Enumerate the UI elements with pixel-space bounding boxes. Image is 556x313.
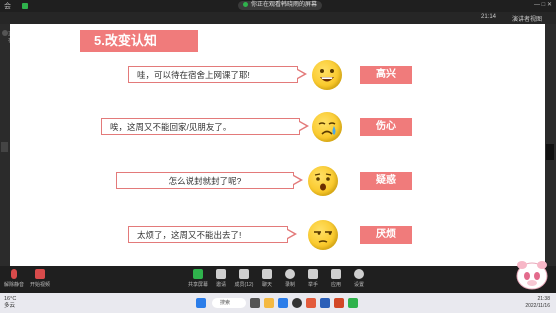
- record-label: 录制: [284, 282, 295, 288]
- expand-panel-button[interactable]: [546, 144, 554, 160]
- raise-hand-button[interactable]: 举手: [301, 269, 325, 288]
- task-view-icon[interactable]: [250, 298, 260, 308]
- emotion-label: 高兴: [360, 66, 412, 84]
- participants-icon: [239, 269, 249, 279]
- surprised-face-icon: [308, 166, 338, 196]
- chat-icon: [262, 269, 272, 279]
- emotion-row: 太烦了，这周又不能出去了! 厌烦: [10, 220, 545, 250]
- media-app-icon[interactable]: [292, 298, 302, 308]
- grinning-face-icon: [312, 60, 342, 90]
- raise-hand-label: 举手: [307, 282, 318, 288]
- invite-button[interactable]: 邀请: [209, 269, 233, 288]
- share-status-pill[interactable]: 你正在观看韩晓雨的屏幕: [238, 1, 323, 10]
- bubble-pointer-fill: [293, 176, 300, 184]
- right-rail: [545, 24, 556, 266]
- emotion-row: 怎么说封就封了呢? 疑惑: [10, 166, 545, 196]
- camera-icon: [35, 269, 45, 279]
- share-screen-icon: [193, 269, 203, 279]
- participants-label: 成员(12): [234, 282, 254, 288]
- settings-icon: [354, 269, 364, 279]
- speech-bubble: 哇，可以待在宿舍上网课了耶!: [128, 66, 298, 83]
- chat-label: 聊天: [261, 282, 272, 288]
- settings-button[interactable]: 设置: [347, 269, 371, 288]
- taskbar-search[interactable]: 搜索: [212, 298, 246, 308]
- chat-button[interactable]: 聊天: [255, 269, 279, 288]
- crying-face-icon: [312, 112, 342, 142]
- browser-icon[interactable]: [278, 298, 288, 308]
- window-controls[interactable]: — □ ✕: [534, 1, 552, 8]
- start-video-button[interactable]: 开始视频: [28, 269, 52, 288]
- windows-taskbar: 16°C 多云 搜索 21:38 2022/11/16: [0, 293, 556, 313]
- office-app-icon[interactable]: [306, 298, 316, 308]
- apps-icon: [331, 269, 341, 279]
- participants-button[interactable]: 成员(12): [232, 269, 256, 288]
- mute-button[interactable]: 解除静音: [2, 269, 26, 288]
- clock-date: 2022/11/16: [525, 303, 550, 309]
- word-app-icon[interactable]: [320, 298, 330, 308]
- powerpoint-app-icon[interactable]: [334, 298, 344, 308]
- emotion-label: 伤心: [360, 118, 412, 136]
- weather-desc: 多云: [4, 303, 16, 309]
- video-label: 开始视频: [29, 282, 50, 288]
- share-status-text: 你正在观看韩晓雨的屏幕: [251, 2, 318, 8]
- share-indicator-icon: [243, 1, 248, 7]
- emotion-label: 厌烦: [360, 226, 412, 244]
- share-screen-button[interactable]: 共享屏幕: [186, 269, 210, 288]
- bubble-pointer-fill: [299, 122, 306, 130]
- window-app-label: 会: [4, 3, 11, 10]
- apps-label: 应用: [330, 282, 341, 288]
- speech-bubble: 怎么说封就封了呢?: [116, 172, 294, 189]
- bubble-pointer-fill: [287, 230, 294, 238]
- clock-time: 21:38: [537, 296, 550, 302]
- weather-temp: 16°C: [4, 296, 17, 302]
- hand-icon: [308, 269, 318, 279]
- mute-label: 解除静音: [3, 282, 24, 288]
- meeting-app-icon[interactable]: [348, 298, 358, 308]
- mascot-sticker: [512, 258, 552, 292]
- annoyed-face-icon: [308, 220, 338, 250]
- slide-title: 5.改变认知: [80, 30, 198, 52]
- weather-widget[interactable]: 16°C 多云: [4, 296, 16, 310]
- bubble-pointer-fill: [297, 70, 304, 78]
- speech-bubble: 唉，这周又不能回家/见朋友了。: [101, 118, 300, 135]
- invite-icon: [216, 269, 226, 279]
- apps-button[interactable]: 应用: [324, 269, 348, 288]
- emotion-label: 疑惑: [360, 172, 412, 190]
- left-rail: 正在: [0, 24, 13, 266]
- share-screen-label: 共享屏幕: [187, 282, 208, 288]
- record-icon: [285, 269, 295, 279]
- meeting-top-toolbar: 21:14 演讲者视图: [0, 12, 556, 24]
- microphone-icon: [11, 269, 17, 279]
- windows-start-icon[interactable]: [196, 298, 206, 308]
- meeting-control-bar: 解除静音 开始视频 共享屏幕 邀请 成员(12) 聊天 录制 举手 应用 设置: [0, 266, 556, 293]
- shared-slide: 5.改变认知 哇，可以待在宿舍上网课了耶! 高兴 唉，这周又不能回家/见朋友了。…: [10, 24, 545, 266]
- collapse-panel-button[interactable]: [1, 142, 8, 152]
- file-explorer-icon[interactable]: [264, 298, 274, 308]
- invite-label: 邀请: [215, 282, 226, 288]
- speech-bubble: 太烦了，这周又不能出去了!: [128, 226, 288, 243]
- emotion-row: 唉，这周又不能回家/见朋友了。 伤心: [10, 112, 545, 142]
- system-clock[interactable]: 21:38 2022/11/16: [525, 296, 550, 310]
- window-title-bar: 会 你正在观看韩晓雨的屏幕 — □ ✕: [0, 0, 556, 12]
- emotion-row: 哇，可以待在宿舍上网课了耶! 高兴: [10, 60, 545, 90]
- meeting-timer: 21:14: [480, 14, 496, 20]
- record-button[interactable]: 录制: [278, 269, 302, 288]
- speaker-view-button[interactable]: 演讲者视图: [512, 14, 542, 23]
- security-icon: [22, 3, 28, 9]
- settings-label: 设置: [353, 282, 364, 288]
